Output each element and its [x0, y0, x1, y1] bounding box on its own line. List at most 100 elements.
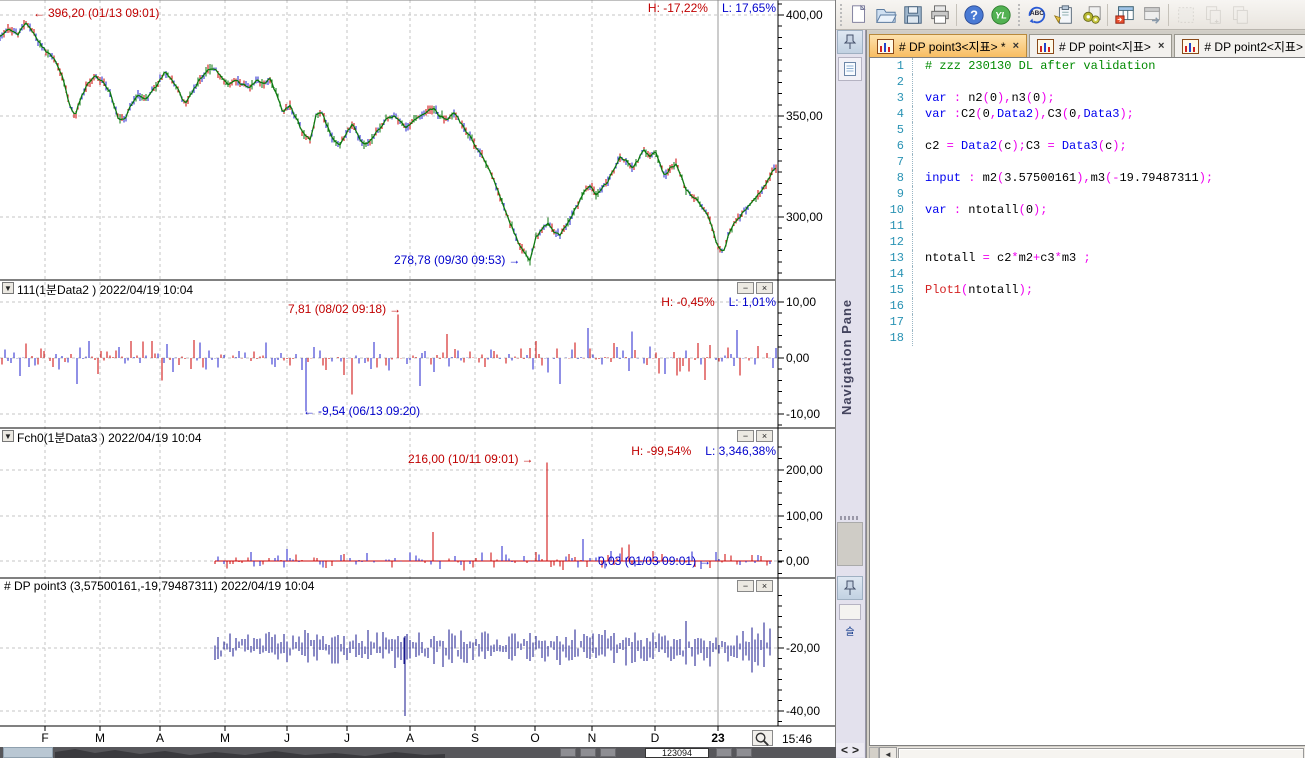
- help-icon: ?: [963, 4, 985, 26]
- code-token: (: [1062, 107, 1069, 121]
- editor-toolbar: ? YL ABC: [836, 0, 1305, 30]
- document-pane-button[interactable]: [838, 57, 862, 81]
- line-number: 15: [870, 282, 913, 298]
- code-token: (: [975, 107, 982, 121]
- line-number: 10: [870, 202, 913, 218]
- splitter-grip[interactable]: [840, 516, 860, 520]
- collapsed-pane-button[interactable]: [839, 604, 861, 620]
- scroll-left-button[interactable]: ◄: [879, 747, 897, 758]
- editor-tab-1[interactable]: # DP point3<지표> *×: [869, 34, 1027, 57]
- panel-header-fch0-panel: ▼Fch0(1분Data3 ) 2022/04/19 10:04−×: [0, 429, 778, 444]
- code-token: m3: [1062, 251, 1084, 265]
- high-label: H: -0,45%: [661, 295, 714, 309]
- code-token: var: [925, 91, 947, 105]
- scroll-left-arrow[interactable]: <: [841, 743, 848, 757]
- zoom-button[interactable]: [752, 730, 773, 746]
- code-line: 17: [870, 314, 1305, 330]
- code-token: =: [947, 139, 954, 153]
- annotation-text: 278,78 (09/30 09:53): [394, 253, 505, 267]
- collapsed-pane-icon[interactable]: 슬: [838, 624, 862, 642]
- panel-minimize-button[interactable]: −: [737, 430, 754, 442]
- code-line: 5: [870, 122, 1305, 138]
- y-axis-label: -40,00: [786, 704, 820, 718]
- tab-close-icon[interactable]: ×: [1011, 40, 1019, 52]
- code-token: ),: [997, 91, 1011, 105]
- last-update-time: 15:46: [782, 732, 812, 746]
- panel-title: 111(1분Data2 ) 2022/04/19 10:04: [17, 281, 193, 298]
- toolbar-separator: [956, 4, 957, 26]
- line-number: 8: [870, 170, 913, 186]
- svg-text:ABC: ABC: [1030, 10, 1044, 17]
- pin-button[interactable]: [837, 30, 863, 54]
- code-token: 3.57500161: [1004, 171, 1076, 185]
- status-mini-button[interactable]: [716, 748, 732, 757]
- document-icon: [843, 61, 857, 77]
- code-token: (: [1019, 203, 1026, 217]
- apply-to-chart-button[interactable]: [1111, 2, 1138, 28]
- annotation-text: 216,00 (10/11 09:01): [408, 452, 519, 466]
- status-mini-button[interactable]: [736, 748, 752, 757]
- pin-button[interactable]: [837, 576, 863, 600]
- yl-button[interactable]: YL: [987, 2, 1014, 28]
- y-axis-label: -10,00: [786, 407, 820, 421]
- code-editor[interactable]: 1# zzz 230130 DL after validation23var :…: [869, 57, 1305, 746]
- new-file-button[interactable]: [845, 2, 872, 28]
- line-number: 12: [870, 234, 913, 250]
- save-button[interactable]: [899, 2, 926, 28]
- status-left-box[interactable]: [3, 747, 53, 758]
- help-button[interactable]: ?: [960, 2, 987, 28]
- spellcheck-button[interactable]: ABC: [1023, 2, 1050, 28]
- panel-minimize-button[interactable]: −: [737, 282, 754, 294]
- panel-header-dp-point3-panel: # DP point3 (3,57500161,-19,79487311) 20…: [0, 579, 778, 594]
- scrollbar-thumb[interactable]: [898, 748, 1304, 758]
- status-value-box[interactable]: 123094: [645, 748, 709, 758]
- tab-close-icon[interactable]: ×: [1156, 40, 1164, 52]
- panel-close-button[interactable]: ×: [756, 282, 773, 294]
- panel-close-button[interactable]: ×: [756, 580, 773, 592]
- scroll-right-arrow[interactable]: >: [852, 743, 859, 757]
- print-button[interactable]: [926, 2, 953, 28]
- line-number: 7: [870, 154, 913, 170]
- print-icon: [929, 4, 951, 26]
- status-mini-button[interactable]: [580, 748, 596, 757]
- toolbar-separator: [1168, 4, 1169, 26]
- select-region-button: [1172, 2, 1199, 28]
- status-mini-button[interactable]: [560, 748, 576, 757]
- function-settings-button[interactable]: [1077, 2, 1104, 28]
- panel-dropdown-button[interactable]: ▼: [2, 430, 14, 442]
- editor-tab-2[interactable]: # DP point<지표>×: [1029, 34, 1172, 57]
- code-token: Plot1: [925, 283, 961, 297]
- code-token: input: [925, 171, 961, 185]
- x-axis-label: N: [578, 731, 606, 745]
- code-token: C3: [1047, 107, 1061, 121]
- chart-file-icon: [877, 39, 894, 54]
- chart-annotation: 7,81 (08/02 09:18)→: [288, 302, 404, 316]
- panel-minimize-button[interactable]: −: [737, 580, 754, 592]
- code-token: [1055, 139, 1062, 153]
- annotation-arrow: →: [519, 452, 537, 466]
- verify-script-button[interactable]: [1050, 2, 1077, 28]
- panel-header-osc-111-panel: ▼111(1분Data2 ) 2022/04/19 10:04 −×: [0, 281, 778, 296]
- copy-icon: [1229, 4, 1251, 26]
- code-line: 8input : m2(3.57500161),m3(-19.79487311)…: [870, 170, 1305, 186]
- code-token: n3: [1011, 91, 1025, 105]
- status-mini-button[interactable]: [600, 748, 616, 757]
- high-label: H: -17,22%: [648, 1, 708, 15]
- editor-tab-3[interactable]: # DP point2<지표>: [1174, 34, 1305, 57]
- data-table-button[interactable]: [1138, 2, 1165, 28]
- code-token: );: [1119, 107, 1133, 121]
- y-axis-label: 0,00: [786, 554, 809, 568]
- panel-dropdown-button[interactable]: ▼: [2, 282, 14, 294]
- navigation-pane-label[interactable]: Navigation Pane: [839, 185, 854, 415]
- yl-icon: YL: [990, 4, 1012, 26]
- panel-close-button[interactable]: ×: [756, 430, 773, 442]
- code-token: :: [954, 203, 961, 217]
- code-line: 11: [870, 218, 1305, 234]
- line-number: 16: [870, 298, 913, 314]
- script-editor-window: # DP point3<지표> *×# DP point<지표>×# DP po…: [866, 30, 1305, 758]
- open-button[interactable]: [872, 2, 899, 28]
- scrollbar-gripper[interactable]: [869, 747, 879, 758]
- code-token: 0: [1026, 203, 1033, 217]
- svg-text:?: ?: [970, 7, 978, 22]
- annotation-text: 7,81 (08/02 09:18): [288, 302, 386, 316]
